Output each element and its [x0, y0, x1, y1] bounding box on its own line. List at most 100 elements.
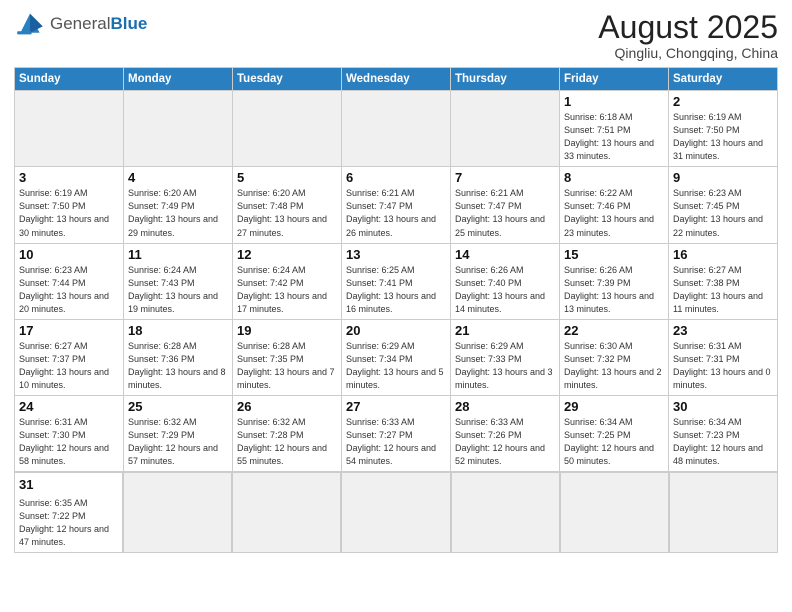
last-row-cell-2	[232, 472, 341, 553]
day-info: Sunrise: 6:26 AM Sunset: 7:40 PM Dayligh…	[455, 264, 555, 316]
day-info: Sunrise: 6:20 AM Sunset: 7:48 PM Dayligh…	[237, 187, 337, 239]
day-info: Sunrise: 6:31 AM Sunset: 7:30 PM Dayligh…	[19, 416, 119, 468]
day-number: 2	[673, 94, 773, 109]
day-cell-1-6: 9 Sunrise: 6:23 AM Sunset: 7:45 PM Daylig…	[669, 167, 778, 243]
day-cell-1-5: 8Sunrise: 6:22 AM Sunset: 7:46 PM Daylig…	[560, 167, 669, 243]
day-cell-3-2: 19 Sunrise: 6:28 AM Sunset: 7:35 PM Dayli…	[233, 319, 342, 395]
day-info: Sunrise: 6:19 AM Sunset: 7:50 PM Dayligh…	[19, 187, 119, 239]
day-info: Sunrise: 6:29 AM Sunset: 7:34 PM Dayligh…	[346, 340, 446, 392]
day-cell-2-5: 15Sunrise: 6:26 AM Sunset: 7:39 PM Dayli…	[560, 243, 669, 319]
day-number: 4	[128, 170, 228, 185]
last-row-cell-6	[669, 472, 778, 553]
day-cell-2-4: 14Sunrise: 6:26 AM Sunset: 7:40 PM Dayli…	[451, 243, 560, 319]
day-info: Sunrise: 6:28 AM Sunset: 7:35 PM Dayligh…	[237, 340, 337, 392]
day-info: Sunrise: 6:32 AM Sunset: 7:29 PM Dayligh…	[128, 416, 228, 468]
day-cell-2-2: 12 Sunrise: 6:24 AM Sunset: 7:42 PM Dayli…	[233, 243, 342, 319]
day-info: Sunrise: 6:23 AM Sunset: 7:44 PM Dayligh…	[19, 264, 119, 316]
day-info: Sunrise: 6:19 AM Sunset: 7:50 PM Dayligh…	[673, 111, 773, 163]
day-info: Sunrise: 6:32 AM Sunset: 7:28 PM Dayligh…	[237, 416, 337, 468]
day-info: Sunrise: 6:27 AM Sunset: 7:37 PM Dayligh…	[19, 340, 119, 392]
day-info: Sunrise: 6:34 AM Sunset: 7:23 PM Dayligh…	[673, 416, 773, 468]
day-cell-4-5: 29 Sunrise: 6:34 AM Sunset: 7:25 PM Dayli…	[560, 395, 669, 471]
day-cell-0-1	[124, 91, 233, 167]
day-cell-1-0: 3Sunrise: 6:19 AM Sunset: 7:50 PM Daylig…	[15, 167, 124, 243]
week-row-4: 24 Sunrise: 6:31 AM Sunset: 7:30 PM Dayli…	[15, 395, 778, 471]
day-cell-3-4: 21 Sunrise: 6:29 AM Sunset: 7:33 PM Dayli…	[451, 319, 560, 395]
weekday-header-row: Sunday Monday Tuesday Wednesday Thursday…	[15, 68, 778, 91]
day-info: Sunrise: 6:31 AM Sunset: 7:31 PM Dayligh…	[673, 340, 773, 392]
day-number: 30	[673, 399, 773, 414]
day-cell-2-0: 10 Sunrise: 6:23 AM Sunset: 7:44 PM Dayli…	[15, 243, 124, 319]
page: GeneralBlue August 2025 Qingliu, Chongqi…	[0, 0, 792, 612]
day-info: Sunrise: 6:33 AM Sunset: 7:26 PM Dayligh…	[455, 416, 555, 468]
day-info: Sunrise: 6:35 AM Sunset: 7:22 PM Dayligh…	[19, 497, 118, 549]
day-number: 18	[128, 323, 228, 338]
day-cell-0-5: 1 Sunrise: 6:18 AM Sunset: 7:51 PM Daylig…	[560, 91, 669, 167]
day-cell-0-2	[233, 91, 342, 167]
day-cell-0-3	[342, 91, 451, 167]
month-title: August 2025	[598, 10, 778, 45]
logo-blue: Blue	[110, 14, 147, 33]
week-row-1: 3Sunrise: 6:19 AM Sunset: 7:50 PM Daylig…	[15, 167, 778, 243]
week-row-3: 17 Sunrise: 6:27 AM Sunset: 7:37 PM Dayli…	[15, 319, 778, 395]
week-row-2: 10 Sunrise: 6:23 AM Sunset: 7:44 PM Dayli…	[15, 243, 778, 319]
day-number: 1	[564, 94, 664, 109]
day-info: Sunrise: 6:21 AM Sunset: 7:47 PM Dayligh…	[455, 187, 555, 239]
day-number: 21	[455, 323, 555, 338]
day-number: 28	[455, 399, 555, 414]
day-number: 9	[673, 170, 773, 185]
day-info: Sunrise: 6:23 AM Sunset: 7:45 PM Dayligh…	[673, 187, 773, 239]
day-number: 19	[237, 323, 337, 338]
day-number: 16	[673, 247, 773, 262]
day-number: 5	[237, 170, 337, 185]
day-info: Sunrise: 6:24 AM Sunset: 7:42 PM Dayligh…	[237, 264, 337, 316]
day-info: Sunrise: 6:25 AM Sunset: 7:41 PM Dayligh…	[346, 264, 446, 316]
day-number: 20	[346, 323, 446, 338]
day-info: Sunrise: 6:34 AM Sunset: 7:25 PM Dayligh…	[564, 416, 664, 468]
day-cell-2-6: 16 Sunrise: 6:27 AM Sunset: 7:38 PM Dayli…	[669, 243, 778, 319]
day-number: 12	[237, 247, 337, 262]
header-sunday: Sunday	[15, 68, 124, 91]
day-number: 24	[19, 399, 119, 414]
week-row-0: 1 Sunrise: 6:18 AM Sunset: 7:51 PM Daylig…	[15, 91, 778, 167]
last-row-cell-5	[560, 472, 669, 553]
day-info: Sunrise: 6:24 AM Sunset: 7:43 PM Dayligh…	[128, 264, 228, 316]
day-number: 22	[564, 323, 664, 338]
day-info: Sunrise: 6:33 AM Sunset: 7:27 PM Dayligh…	[346, 416, 446, 468]
day-info: Sunrise: 6:29 AM Sunset: 7:33 PM Dayligh…	[455, 340, 555, 392]
day-cell-1-4: 7 Sunrise: 6:21 AM Sunset: 7:47 PM Daylig…	[451, 167, 560, 243]
last-row-cell-0: 31 Sunrise: 6:35 AM Sunset: 7:22 PM Dayli…	[14, 472, 123, 553]
day-cell-4-0: 24 Sunrise: 6:31 AM Sunset: 7:30 PM Dayli…	[15, 395, 124, 471]
last-row-cell-1	[123, 472, 232, 553]
header-tuesday: Tuesday	[233, 68, 342, 91]
day-number: 8	[564, 170, 664, 185]
day-number: 29	[564, 399, 664, 414]
day-number: 25	[128, 399, 228, 414]
day-info: Sunrise: 6:28 AM Sunset: 7:36 PM Dayligh…	[128, 340, 228, 392]
day-info: Sunrise: 6:18 AM Sunset: 7:51 PM Dayligh…	[564, 111, 664, 163]
logo-icon	[14, 10, 46, 38]
day-cell-4-2: 26Sunrise: 6:32 AM Sunset: 7:28 PM Dayli…	[233, 395, 342, 471]
day-cell-4-4: 28 Sunrise: 6:33 AM Sunset: 7:26 PM Dayli…	[451, 395, 560, 471]
day-number: 7	[455, 170, 555, 185]
day-number: 31	[19, 476, 118, 495]
day-info: Sunrise: 6:27 AM Sunset: 7:38 PM Dayligh…	[673, 264, 773, 316]
day-info: Sunrise: 6:21 AM Sunset: 7:47 PM Dayligh…	[346, 187, 446, 239]
day-cell-4-6: 30 Sunrise: 6:34 AM Sunset: 7:23 PM Dayli…	[669, 395, 778, 471]
subtitle: Qingliu, Chongqing, China	[598, 45, 778, 61]
day-number: 10	[19, 247, 119, 262]
day-number: 11	[128, 247, 228, 262]
day-number: 6	[346, 170, 446, 185]
day-cell-3-6: 23Sunrise: 6:31 AM Sunset: 7:31 PM Dayli…	[669, 319, 778, 395]
day-cell-1-1: 4Sunrise: 6:20 AM Sunset: 7:49 PM Daylig…	[124, 167, 233, 243]
day-number: 17	[19, 323, 119, 338]
day-cell-1-2: 5 Sunrise: 6:20 AM Sunset: 7:48 PM Daylig…	[233, 167, 342, 243]
header-wednesday: Wednesday	[342, 68, 451, 91]
day-cell-3-5: 22Sunrise: 6:30 AM Sunset: 7:32 PM Dayli…	[560, 319, 669, 395]
day-cell-3-1: 18 Sunrise: 6:28 AM Sunset: 7:36 PM Dayli…	[124, 319, 233, 395]
day-number: 13	[346, 247, 446, 262]
day-cell-0-4	[451, 91, 560, 167]
header-friday: Friday	[560, 68, 669, 91]
day-cell-3-0: 17 Sunrise: 6:27 AM Sunset: 7:37 PM Dayli…	[15, 319, 124, 395]
logo: GeneralBlue	[14, 10, 147, 38]
